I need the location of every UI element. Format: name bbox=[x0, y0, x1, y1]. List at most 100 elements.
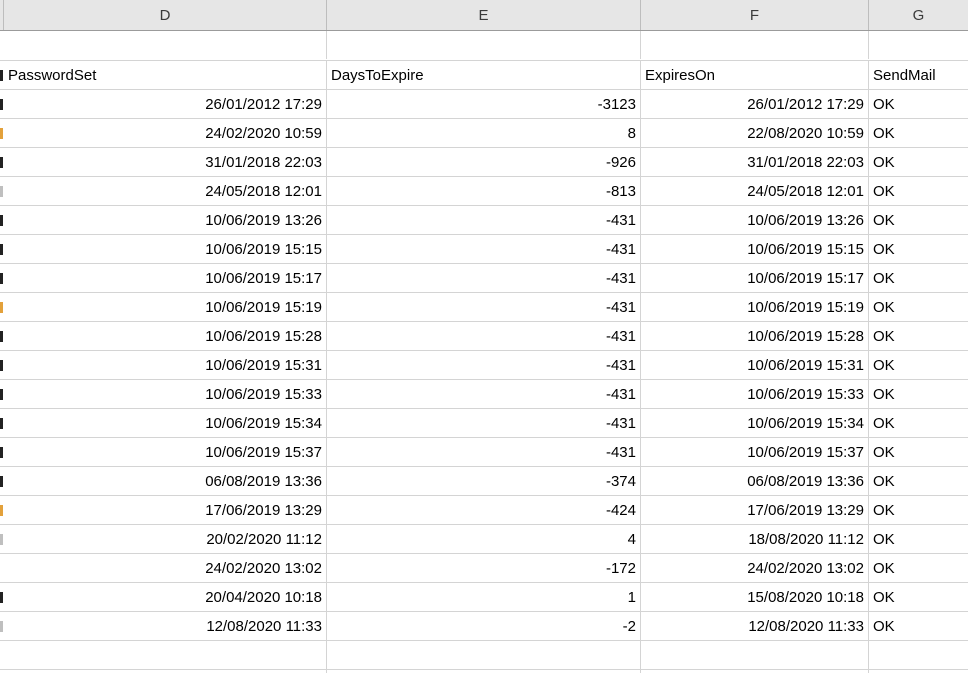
send-mail-cell[interactable]: OK bbox=[869, 293, 968, 321]
empty-row bbox=[0, 641, 968, 670]
column-header-d[interactable]: D bbox=[4, 0, 327, 30]
column-header-e[interactable]: E bbox=[327, 0, 641, 30]
expires-on-cell[interactable]: 10/06/2019 15:28 bbox=[641, 322, 869, 350]
password-set-cell[interactable]: 17/06/2019 13:29 bbox=[4, 496, 327, 524]
send-mail-cell[interactable]: OK bbox=[869, 583, 968, 611]
days-to-expire-cell[interactable]: -431 bbox=[327, 264, 641, 292]
password-set-cell[interactable]: 10/06/2019 15:17 bbox=[4, 264, 327, 292]
send-mail-cell[interactable]: OK bbox=[869, 235, 968, 263]
password-set-cell[interactable]: 24/02/2020 13:02 bbox=[4, 554, 327, 582]
expires-on-cell[interactable]: 22/08/2020 10:59 bbox=[641, 119, 869, 147]
send-mail-cell[interactable]: OK bbox=[869, 496, 968, 524]
expires-on-cell[interactable]: 18/08/2020 11:12 bbox=[641, 525, 869, 553]
password-set-cell[interactable]: 24/05/2018 12:01 bbox=[4, 177, 327, 205]
send-mail-cell[interactable]: OK bbox=[869, 467, 968, 495]
password-set-cell[interactable]: 24/02/2020 10:59 bbox=[4, 119, 327, 147]
days-to-expire-cell[interactable]: 1 bbox=[327, 583, 641, 611]
password-set-cell[interactable]: 10/06/2019 15:34 bbox=[4, 409, 327, 437]
days-to-expire-cell[interactable]: -431 bbox=[327, 351, 641, 379]
send-mail-cell[interactable]: OK bbox=[869, 351, 968, 379]
send-mail-cell[interactable]: OK bbox=[869, 612, 968, 640]
password-set-cell[interactable]: 31/01/2018 22:03 bbox=[4, 148, 327, 176]
expires-on-cell[interactable]: 24/02/2020 13:02 bbox=[641, 554, 869, 582]
header-cell-password-set[interactable]: PasswordSet bbox=[4, 61, 327, 89]
expires-on-cell[interactable]: 10/06/2019 15:34 bbox=[641, 409, 869, 437]
header-cell-send-mail[interactable]: SendMail bbox=[869, 61, 968, 89]
expires-on-cell[interactable]: 26/01/2012 17:29 bbox=[641, 90, 869, 118]
days-to-expire-cell[interactable]: -2 bbox=[327, 612, 641, 640]
days-to-expire-cell[interactable]: -431 bbox=[327, 380, 641, 408]
send-mail-cell[interactable]: OK bbox=[869, 525, 968, 553]
expires-on-cell[interactable]: 17/06/2019 13:29 bbox=[641, 496, 869, 524]
password-set-cell[interactable]: 10/06/2019 15:28 bbox=[4, 322, 327, 350]
send-mail-cell[interactable]: OK bbox=[869, 380, 968, 408]
days-to-expire-cell[interactable]: -424 bbox=[327, 496, 641, 524]
cell[interactable] bbox=[327, 641, 641, 669]
clipped-text-mark bbox=[0, 331, 3, 342]
cell[interactable] bbox=[641, 641, 869, 669]
header-cell-days-to-expire[interactable]: DaysToExpire bbox=[327, 61, 641, 89]
days-to-expire-cell[interactable]: 8 bbox=[327, 119, 641, 147]
send-mail-cell[interactable]: OK bbox=[869, 438, 968, 466]
password-set-cell[interactable]: 12/08/2020 11:33 bbox=[4, 612, 327, 640]
password-set-cell[interactable]: 10/06/2019 15:33 bbox=[4, 380, 327, 408]
expires-on-cell[interactable]: 15/08/2020 10:18 bbox=[641, 583, 869, 611]
send-mail-cell[interactable]: OK bbox=[869, 90, 968, 118]
cell[interactable] bbox=[869, 31, 968, 59]
header-cell-expires-on[interactable]: ExpiresOn bbox=[641, 61, 869, 89]
cell[interactable] bbox=[4, 31, 327, 59]
password-set-cell[interactable]: 10/06/2019 15:15 bbox=[4, 235, 327, 263]
password-set-cell[interactable]: 26/01/2012 17:29 bbox=[4, 90, 327, 118]
expires-on-cell[interactable]: 10/06/2019 15:31 bbox=[641, 351, 869, 379]
empty-row bbox=[0, 31, 968, 61]
send-mail-cell[interactable]: OK bbox=[869, 148, 968, 176]
days-to-expire-cell[interactable]: -431 bbox=[327, 438, 641, 466]
clipped-text-mark bbox=[0, 389, 3, 400]
expires-on-cell[interactable]: 10/06/2019 15:19 bbox=[641, 293, 869, 321]
days-to-expire-cell[interactable]: -431 bbox=[327, 293, 641, 321]
clipped-text-mark bbox=[0, 360, 3, 371]
days-to-expire-cell[interactable]: -172 bbox=[327, 554, 641, 582]
clipped-text-mark bbox=[0, 447, 3, 458]
expires-on-cell[interactable]: 10/06/2019 15:33 bbox=[641, 380, 869, 408]
send-mail-cell[interactable]: OK bbox=[869, 177, 968, 205]
send-mail-cell[interactable]: OK bbox=[869, 206, 968, 234]
send-mail-cell[interactable]: OK bbox=[869, 554, 968, 582]
password-set-cell[interactable]: 10/06/2019 15:37 bbox=[4, 438, 327, 466]
column-header-f[interactable]: F bbox=[641, 0, 869, 30]
send-mail-cell[interactable]: OK bbox=[869, 119, 968, 147]
column-header-g[interactable]: G bbox=[869, 0, 968, 30]
days-to-expire-cell[interactable]: -813 bbox=[327, 177, 641, 205]
send-mail-cell[interactable]: OK bbox=[869, 409, 968, 437]
cell[interactable] bbox=[327, 31, 641, 59]
days-to-expire-cell[interactable]: -3123 bbox=[327, 90, 641, 118]
cell[interactable] bbox=[4, 641, 327, 669]
days-to-expire-cell[interactable]: 4 bbox=[327, 525, 641, 553]
password-set-cell[interactable]: 10/06/2019 15:31 bbox=[4, 351, 327, 379]
days-to-expire-cell[interactable]: -431 bbox=[327, 235, 641, 263]
cell[interactable] bbox=[641, 31, 869, 59]
expires-on-cell[interactable]: 10/06/2019 15:17 bbox=[641, 264, 869, 292]
days-to-expire-cell[interactable]: -431 bbox=[327, 322, 641, 350]
expires-on-cell[interactable]: 10/06/2019 15:15 bbox=[641, 235, 869, 263]
days-to-expire-cell[interactable]: -374 bbox=[327, 467, 641, 495]
days-to-expire-cell[interactable]: -431 bbox=[327, 409, 641, 437]
expires-on-cell[interactable]: 12/08/2020 11:33 bbox=[641, 612, 869, 640]
clipped-text-mark bbox=[0, 128, 3, 139]
send-mail-cell[interactable]: OK bbox=[869, 264, 968, 292]
days-to-expire-cell[interactable]: -926 bbox=[327, 148, 641, 176]
send-mail-cell[interactable]: OK bbox=[869, 322, 968, 350]
password-set-cell[interactable]: 10/06/2019 15:19 bbox=[4, 293, 327, 321]
password-set-cell[interactable]: 20/02/2020 11:12 bbox=[4, 525, 327, 553]
password-set-cell[interactable]: 10/06/2019 13:26 bbox=[4, 206, 327, 234]
password-set-cell[interactable]: 06/08/2019 13:36 bbox=[4, 467, 327, 495]
clipped-text-mark bbox=[0, 534, 3, 545]
password-set-cell[interactable]: 20/04/2020 10:18 bbox=[4, 583, 327, 611]
expires-on-cell[interactable]: 24/05/2018 12:01 bbox=[641, 177, 869, 205]
expires-on-cell[interactable]: 06/08/2019 13:36 bbox=[641, 467, 869, 495]
expires-on-cell[interactable]: 10/06/2019 15:37 bbox=[641, 438, 869, 466]
cell[interactable] bbox=[869, 641, 968, 669]
expires-on-cell[interactable]: 31/01/2018 22:03 bbox=[641, 148, 869, 176]
expires-on-cell[interactable]: 10/06/2019 13:26 bbox=[641, 206, 869, 234]
days-to-expire-cell[interactable]: -431 bbox=[327, 206, 641, 234]
